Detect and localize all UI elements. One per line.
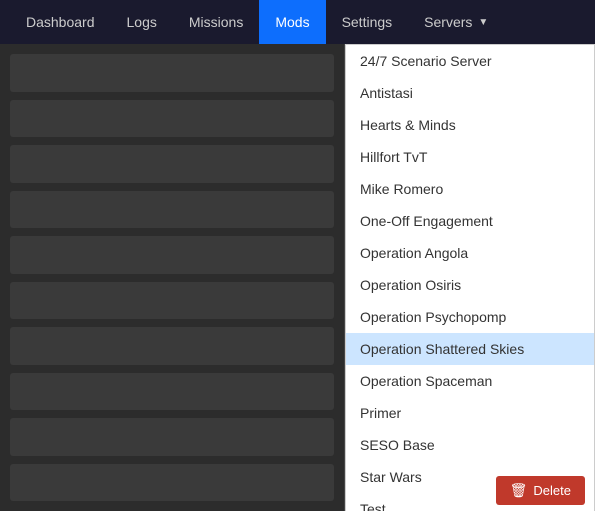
list-item[interactable]: Primer <box>346 397 594 429</box>
left-panel <box>0 44 345 511</box>
left-row-9 <box>10 418 334 456</box>
list-item[interactable]: 24/7 Scenario Server <box>346 45 594 77</box>
left-row-8 <box>10 373 334 411</box>
main-content: 24/7 Scenario ServerAntistasiHearts & Mi… <box>0 44 595 511</box>
nav-settings[interactable]: Settings <box>326 0 409 44</box>
list-item[interactable]: Hearts & Minds <box>346 109 594 141</box>
nav-mods[interactable]: Mods <box>259 0 325 44</box>
delete-button[interactable]: 🗑 Delete <box>496 476 585 505</box>
right-panel: 24/7 Scenario ServerAntistasiHearts & Mi… <box>345 44 595 511</box>
left-row-1 <box>10 54 334 92</box>
left-row-7 <box>10 327 334 365</box>
navbar: Dashboard Logs Missions Mods Settings Se… <box>0 0 595 44</box>
list-item[interactable]: Operation Angola <box>346 237 594 269</box>
left-row-6 <box>10 282 334 320</box>
left-row-10 <box>10 464 334 502</box>
list-item[interactable]: Antistasi <box>346 77 594 109</box>
trash-icon: 🗑 <box>510 482 528 499</box>
chevron-down-icon: ▼ <box>478 17 488 28</box>
bottom-bar: 🗑 Delete <box>486 470 595 511</box>
list-item[interactable]: Operation Psychopomp <box>346 301 594 333</box>
list-item[interactable]: One-Off Engagement <box>346 205 594 237</box>
nav-dashboard[interactable]: Dashboard <box>10 0 111 44</box>
nav-logs[interactable]: Logs <box>111 0 173 44</box>
list-item[interactable]: Operation Spaceman <box>346 365 594 397</box>
list-item[interactable]: SESO Base <box>346 429 594 461</box>
list-item[interactable]: Hillfort TvT <box>346 141 594 173</box>
delete-button-label: Delete <box>533 483 571 498</box>
nav-missions[interactable]: Missions <box>173 0 259 44</box>
left-row-5 <box>10 236 334 274</box>
left-row-2 <box>10 100 334 138</box>
left-row-4 <box>10 191 334 229</box>
list-item[interactable]: Mike Romero <box>346 173 594 205</box>
left-row-3 <box>10 145 334 183</box>
list-item[interactable]: Operation Shattered Skies <box>346 333 594 365</box>
missions-dropdown-list: 24/7 Scenario ServerAntistasiHearts & Mi… <box>345 44 595 511</box>
nav-servers[interactable]: Servers ▼ <box>408 0 504 44</box>
list-item[interactable]: Operation Osiris <box>346 269 594 301</box>
